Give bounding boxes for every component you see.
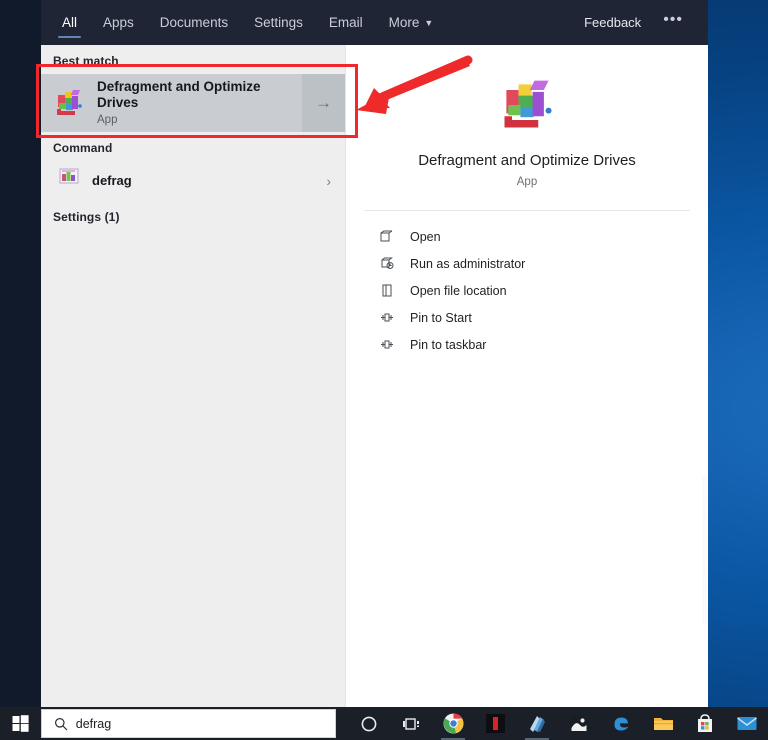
tab-more[interactable]: More ▼ [376, 2, 447, 44]
best-match-title: Defragment and Optimize Drives [97, 78, 261, 110]
mail-icon[interactable] [726, 707, 768, 740]
action-open[interactable]: Open [360, 223, 694, 250]
action-open-file-location[interactable]: Open file location [360, 277, 694, 304]
search-input[interactable]: defrag [76, 717, 111, 731]
shield-run-icon [380, 256, 402, 272]
tab-documents[interactable]: Documents [147, 2, 241, 44]
tab-settings-label: Settings [254, 14, 303, 30]
folder-location-icon [380, 283, 402, 299]
preview-title: Defragment and Optimize Drives [418, 152, 636, 169]
preview-subtitle: App [516, 176, 538, 188]
command-header: Command [53, 141, 113, 155]
best-match-header: Best match [53, 54, 119, 68]
action-open-file-location-label: Open file location [410, 283, 507, 298]
best-match-subtitle: App [97, 113, 118, 126]
search-icon [54, 717, 68, 731]
screen: All Apps Documents Settings Email More ▼ [0, 0, 768, 740]
defrag-command-icon-svg [59, 168, 79, 184]
task-view-icon[interactable] [390, 707, 432, 740]
defrag-app-icon-svg [57, 90, 82, 115]
taskbar-icons [348, 707, 768, 740]
tab-email[interactable]: Email [316, 2, 376, 44]
chevron-down-icon: ▼ [424, 17, 434, 28]
preview-actions-list: Open Run as administrator Open file loca… [346, 211, 708, 358]
preview-defrag-icon [497, 75, 557, 135]
action-run-as-administrator[interactable]: Run as administrator [360, 250, 694, 277]
microsoft-store-icon[interactable] [684, 707, 726, 740]
chrome-icon[interactable] [432, 707, 474, 740]
photos-app-icon[interactable] [558, 707, 600, 740]
feedback-button[interactable]: Feedback [572, 9, 653, 36]
preview-scrollbar[interactable] [702, 475, 707, 625]
blue-fan-app-icon[interactable] [516, 707, 558, 740]
command-row-defrag[interactable]: defrag › [41, 161, 345, 201]
preview-hero: Defragment and Optimize Drives App [346, 45, 708, 188]
command-row-title: defrag [92, 173, 132, 188]
action-open-label: Open [410, 229, 441, 244]
file-explorer-icon[interactable] [642, 707, 684, 740]
chevron-right-icon[interactable]: › [326, 173, 331, 189]
preview-pane: Defragment and Optimize Drives App Open [345, 45, 708, 707]
best-match-row[interactable]: Defragment and Optimize Drives App → [41, 74, 345, 132]
tab-settings[interactable]: Settings [241, 2, 316, 44]
tab-apps[interactable]: Apps [90, 2, 147, 44]
cortana-icon[interactable] [348, 707, 390, 740]
taskbar-search-box[interactable]: defrag [40, 709, 336, 738]
tab-documents-label: Documents [159, 14, 229, 30]
preview-defrag-icon-svg [504, 80, 552, 128]
overflow-menu-button[interactable]: ••• [653, 7, 693, 39]
filter-bar-right: Feedback ••• [572, 7, 707, 39]
best-match-go-button[interactable]: → [302, 74, 345, 132]
search-tabs: All Apps Documents Settings Email More ▼ [49, 2, 446, 44]
search-flyout: All Apps Documents Settings Email More ▼ [0, 0, 708, 707]
action-pin-to-taskbar-label: Pin to taskbar [410, 337, 487, 352]
tab-apps-label: Apps [103, 14, 134, 30]
start-button[interactable] [0, 707, 41, 740]
taskbar: defrag [0, 707, 768, 740]
start-menu-left-rail [0, 0, 41, 707]
edge-icon[interactable] [600, 707, 642, 740]
command-row-text: defrag [92, 173, 326, 189]
action-pin-to-start[interactable]: Pin to Start [360, 304, 694, 331]
defrag-app-icon [53, 87, 85, 119]
tab-all-label: All [62, 14, 78, 30]
tab-more-label: More [388, 14, 420, 30]
windows-logo-icon [12, 715, 29, 732]
defrag-command-icon [58, 165, 80, 197]
action-run-as-administrator-label: Run as administrator [410, 256, 526, 271]
search-filter-bar: All Apps Documents Settings Email More ▼ [41, 0, 707, 45]
pin-icon [380, 337, 402, 353]
tab-email-label: Email [328, 14, 363, 30]
red-app-icon[interactable] [474, 707, 516, 740]
tab-all[interactable]: All [49, 2, 90, 44]
search-results-list: Best match Defragment and Optimize Drive… [41, 45, 345, 707]
open-window-icon [380, 229, 402, 245]
pin-icon [380, 310, 402, 326]
best-match-text: Defragment and Optimize Drives App [97, 79, 302, 128]
action-pin-to-taskbar[interactable]: Pin to taskbar [360, 331, 694, 358]
action-pin-to-start-label: Pin to Start [410, 310, 472, 325]
settings-header: Settings (1) [53, 210, 120, 224]
